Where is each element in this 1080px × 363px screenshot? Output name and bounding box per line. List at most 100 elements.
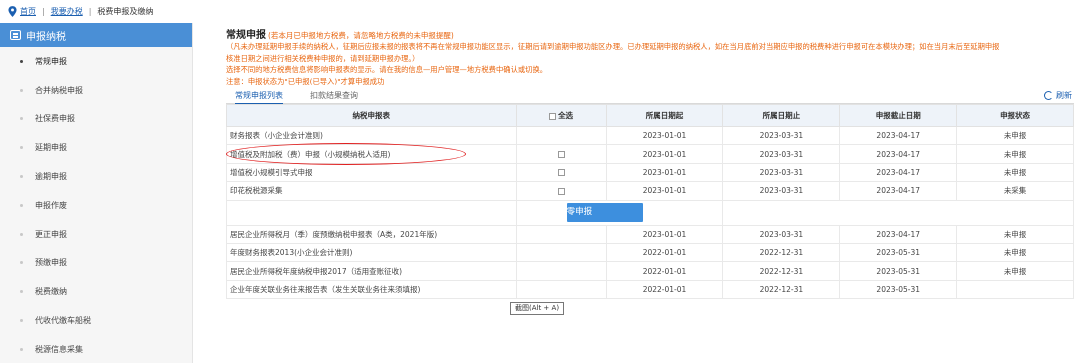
table-row: 增值税小规模引导式申报 2023-01-01 2023-03-31 2023-0… xyxy=(226,162,1074,183)
zero-row-spacer xyxy=(722,199,1074,226)
row-start: 2022-01-01 xyxy=(605,242,724,263)
notice-line-1: （凡未办理延期申报手续的纳税人，征期后应报未报的报表将不再在常规申报功能区显示，… xyxy=(226,42,1000,51)
bullet-icon xyxy=(20,117,23,121)
select-all-checkbox[interactable] xyxy=(549,112,557,120)
row-checkbox[interactable] xyxy=(557,187,565,195)
row-end: 2023-03-31 xyxy=(722,125,841,146)
row-select xyxy=(515,181,607,201)
row-end: 2023-03-31 xyxy=(722,144,841,164)
sidebar-header[interactable]: 申报纳税 xyxy=(0,23,192,47)
sidebar-item-overdue[interactable]: 逾期申报 xyxy=(0,162,192,191)
row-start: 2022-01-01 xyxy=(605,279,724,300)
refresh-icon xyxy=(1044,91,1053,100)
breadcrumb-mine-link[interactable]: 我要办税 xyxy=(51,6,83,17)
row-start: 2022-01-01 xyxy=(605,261,724,281)
sidebar-item-label: 预缴申报 xyxy=(35,258,67,268)
row-status: 未申报 xyxy=(956,162,1074,183)
row-start: 2023-01-01 xyxy=(605,181,724,201)
tab-deduction-result[interactable]: 扣款结果查询 xyxy=(310,90,358,101)
sidebar-item-tax-source[interactable]: 税源信息采集 xyxy=(0,335,192,363)
table-header-row: 纳税申报表 全选 所属日期起 所属日期止 申报截止日期 申报状态 xyxy=(226,104,1074,127)
sidebar-item-prepay[interactable]: 预缴申报 xyxy=(0,249,192,278)
sidebar-item-correction[interactable]: 更正申报 xyxy=(0,220,192,249)
notice-line-2: 核准日期之间进行相关税费种申报的，请到延期申报办理。） xyxy=(226,53,420,63)
row-start: 2023-01-01 xyxy=(605,125,724,146)
declaration-table: 纳税申报表 全选 所属日期起 所属日期止 申报截止日期 申报状态 财务报表（小企… xyxy=(226,104,1074,300)
row-name[interactable]: 企业年度关联业务往来报告表（发生关联业务往来须填报) xyxy=(226,279,517,300)
row-name[interactable]: 增值税小规模引导式申报 xyxy=(226,162,517,183)
row-name[interactable]: 增值税及附加税（费）申报（小规模纳税人适用) xyxy=(226,144,517,164)
row-deadline: 2023-04-17 xyxy=(839,144,958,164)
sidebar-item-label: 逾期申报 xyxy=(35,172,67,182)
row-deadline: 2023-04-17 xyxy=(839,125,958,146)
sidebar: 申报纳税 常规申报 合并纳税申报 社保费申报 延期申报 逾期申报 申报作废 更正… xyxy=(0,23,193,363)
sidebar-item-void[interactable]: 申报作废 xyxy=(0,191,192,220)
tab-regular-list[interactable]: 常规申报列表 xyxy=(235,90,283,105)
row-name[interactable]: 居民企业所得税年度纳税申报2017（适用查账征收) xyxy=(226,261,517,281)
col-header-deadline: 申报截止日期 xyxy=(839,104,958,127)
row-select xyxy=(515,162,607,183)
row-name[interactable]: 居民企业所得税月（季）度预缴纳税申报表（A类，2021年版) xyxy=(226,224,517,244)
zero-declaration-button[interactable]: 零申报 xyxy=(566,203,643,223)
page-title: 常规申报 xyxy=(226,30,266,41)
row-start: 2023-01-01 xyxy=(605,224,724,244)
row-deadline: 2023-04-17 xyxy=(839,181,958,201)
sidebar-item-merged[interactable]: 合并纳税申报 xyxy=(0,76,192,105)
breadcrumb-separator: | xyxy=(88,6,92,16)
sidebar-item-label: 延期申报 xyxy=(35,143,67,153)
sidebar-item-label: 代收代缴车船税 xyxy=(35,316,91,326)
table-row: 企业年度关联业务往来报告表（发生关联业务往来须填报) 2022-01-01 20… xyxy=(226,279,1074,300)
row-select xyxy=(515,279,607,300)
sidebar-item-vehicle-tax[interactable]: 代收代缴车船税 xyxy=(0,306,192,335)
breadcrumb-home-link[interactable]: 首页 xyxy=(20,6,36,17)
row-status xyxy=(956,279,1074,300)
sidebar-item-social-security[interactable]: 社保费申报 xyxy=(0,105,192,134)
row-name[interactable]: 财务报表（小企业会计准则) xyxy=(226,125,517,146)
row-status: 未采集 xyxy=(956,181,1074,201)
row-end: 2022-12-31 xyxy=(722,261,841,281)
tab-bar: 常规申报列表 扣款结果查询 刷新 xyxy=(226,89,1074,105)
table-row: 居民企业所得税年度纳税申报2017（适用查账征收) 2022-01-01 202… xyxy=(226,261,1074,281)
screenshot-tooltip: 截图(Alt + A) xyxy=(510,302,565,315)
notice-line-3: 选择不同的地方税费信息将影响申报表的显示。请在我的信息—用户管理—地方税费中确认… xyxy=(226,65,548,75)
row-end: 2023-03-31 xyxy=(722,181,841,201)
sidebar-item-label: 申报作废 xyxy=(35,200,67,210)
select-all-label: 全选 xyxy=(558,111,574,120)
row-start: 2023-01-01 xyxy=(605,162,724,183)
row-name[interactable]: 年度财务报表2013(小企业会计准则) xyxy=(226,242,517,263)
row-status: 未申报 xyxy=(956,144,1074,164)
header-warning: (若本月已申报地方税费，请忽略地方税费的未申报提醒) xyxy=(268,31,454,40)
row-checkbox[interactable] xyxy=(557,169,565,177)
row-select xyxy=(515,125,607,146)
sidebar-item-label: 常规申报 xyxy=(35,56,67,66)
sidebar-item-label: 税费缴纳 xyxy=(35,287,67,297)
sidebar-item-regular[interactable]: 常规申报 xyxy=(0,47,192,76)
bullet-icon xyxy=(20,88,23,92)
bullet-icon xyxy=(20,290,23,294)
row-deadline: 2023-04-17 xyxy=(839,162,958,183)
col-header-end: 所属日期止 xyxy=(722,104,841,127)
sidebar-item-payment[interactable]: 税费缴纳 xyxy=(0,277,192,306)
breadcrumb-separator: | xyxy=(42,6,45,16)
location-pin-icon xyxy=(8,5,17,17)
row-select xyxy=(515,224,607,244)
sidebar-header-label: 申报纳税 xyxy=(26,31,66,43)
col-header-status: 申报状态 xyxy=(956,104,1074,127)
row-deadline: 2023-05-31 xyxy=(839,261,958,281)
refresh-label: 刷新 xyxy=(1056,91,1072,100)
sidebar-item-extension[interactable]: 延期申报 xyxy=(0,133,192,162)
row-checkbox[interactable] xyxy=(557,151,565,159)
breadcrumb: 首页 | 我要办税 | 税费申报及缴纳 xyxy=(0,0,1080,22)
bullet-icon xyxy=(20,146,23,150)
row-name[interactable]: 印花税税源采集 xyxy=(226,181,517,201)
bullet-icon xyxy=(20,319,23,323)
sidebar-item-label: 税源信息采集 xyxy=(35,344,83,354)
row-status: 未申报 xyxy=(956,224,1074,244)
refresh-button[interactable]: 刷新 xyxy=(1044,90,1072,101)
row-status: 未申报 xyxy=(956,242,1074,263)
col-header-name: 纳税申报表 xyxy=(226,104,517,127)
bullet-icon xyxy=(20,59,23,63)
zero-declaration-row: 零申报 xyxy=(226,199,1074,226)
row-end: 2023-03-31 xyxy=(722,224,841,244)
breadcrumb-current: 税费申报及缴纳 xyxy=(97,6,154,16)
